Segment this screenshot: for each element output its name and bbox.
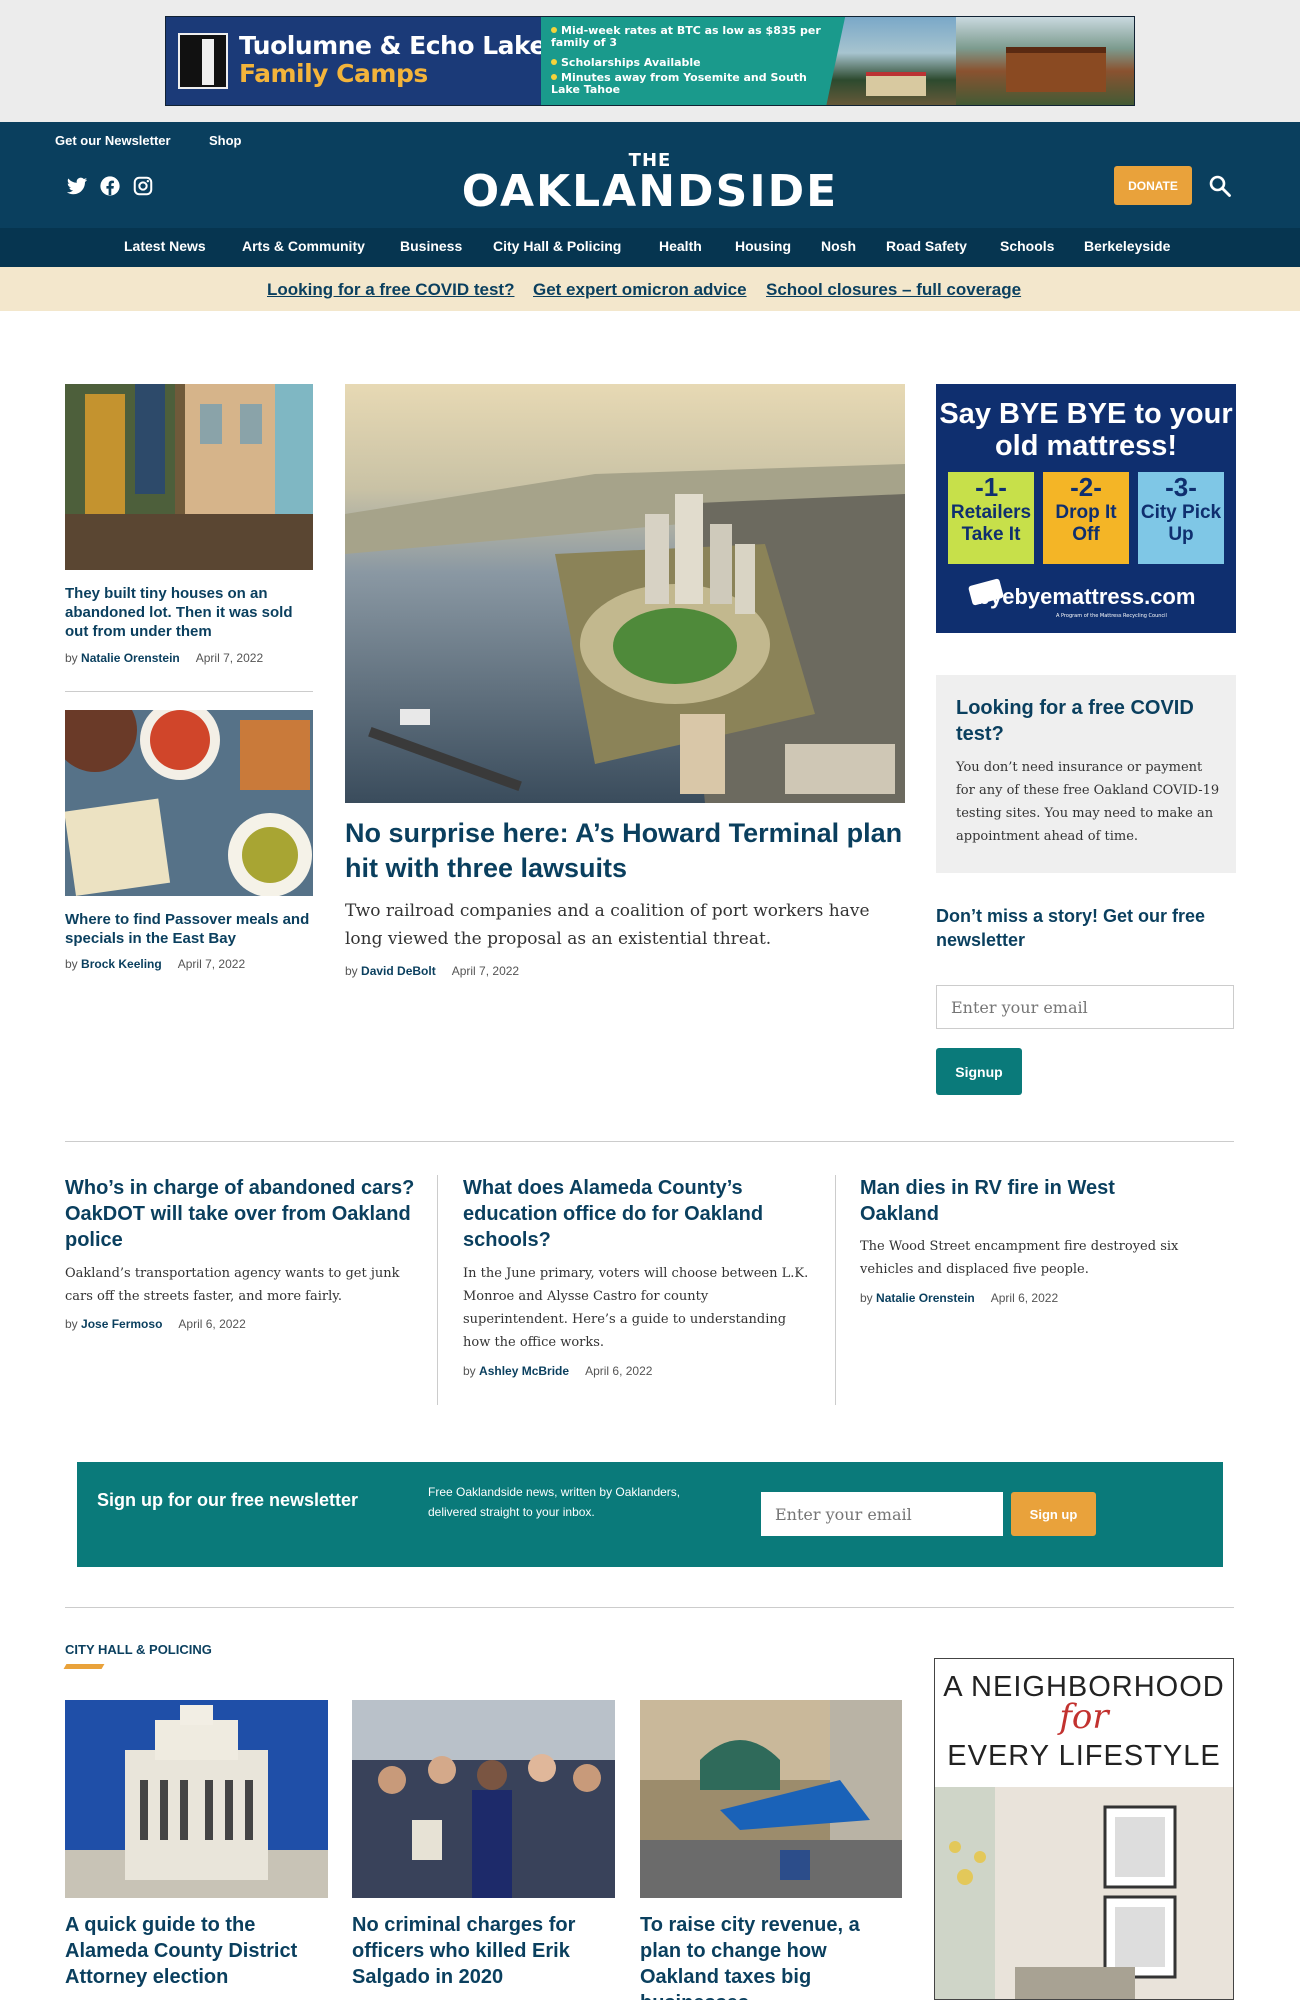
search-icon[interactable] [1208, 174, 1232, 198]
newsletter-link[interactable]: Get our Newsletter [55, 133, 171, 148]
covid-box-body: You don’t need insurance or payment for … [956, 760, 1220, 844]
mattress-ad-url: byebyemattress.com [976, 584, 1196, 609]
story-dek: The Wood Street encampment fire destroye… [860, 1239, 1179, 1277]
divider [65, 1141, 1234, 1142]
story-byline: by Natalie Orenstein April 7, 2022 [65, 651, 264, 665]
nav-city-hall-policing[interactable]: City Hall & Policing [493, 238, 621, 254]
story-headline[interactable]: To raise city revenue, a plan to change … [640, 1912, 902, 2000]
mattress-ad[interactable]: Say BYE BYE to your old mattress! -1- Re… [936, 384, 1236, 633]
top-banner-ad[interactable]: Tuolumne & Echo Lake Family Camps Mid-we… [165, 16, 1135, 106]
column-divider [437, 1175, 438, 1405]
press-conference-image[interactable] [352, 1700, 615, 1898]
site-logo[interactable]: OAKLANDSIDE [0, 166, 1300, 217]
ad-bullet: Mid-week rates at BTC as low as $835 per… [551, 24, 821, 49]
column-divider [835, 1175, 836, 1405]
mattress-ad-tagline: A Program of the Mattress Recycling Coun… [1056, 613, 1167, 619]
shop-link[interactable]: Shop [209, 133, 242, 148]
lead-byline: by David DeBolt April 7, 2022 [345, 964, 520, 978]
story-headline[interactable]: What does Alameda County’s education off… [463, 1175, 813, 1253]
newsletter-band-signup-button[interactable]: Sign up [1011, 1492, 1096, 1536]
alert-school-closures-link[interactable]: School closures – full coverage [766, 280, 1021, 300]
nav-nosh[interactable]: Nosh [821, 238, 856, 254]
howard-terminal-image[interactable] [345, 384, 905, 803]
mattress-step-1: -1- Retailers Take It [948, 472, 1034, 564]
author-link[interactable]: Natalie Orenstein [81, 651, 180, 665]
mattress-step-3: -3- City Pick Up [1138, 472, 1224, 564]
story-byline: by Natalie Orenstein April 6, 2022 [860, 1291, 1059, 1305]
story-headline[interactable]: Man dies in RV fire in West Oakland [860, 1175, 1160, 1227]
lead-dek: Two railroad companies and a coalition o… [345, 901, 870, 949]
author-link[interactable]: Natalie Orenstein [876, 1291, 975, 1305]
alert-covid-test-link[interactable]: Looking for a free COVID test? [267, 280, 514, 300]
sidebar-email-input[interactable] [936, 985, 1234, 1029]
story-byline: by Ashley McBride April 6, 2022 [463, 1364, 653, 1378]
lead-headline[interactable]: No surprise here: A’s Howard Terminal pl… [345, 816, 905, 886]
story-headline[interactable]: They built tiny houses on an abandoned l… [65, 584, 315, 641]
story-dek: Oakland’s transportation agency wants to… [65, 1266, 400, 1304]
nav-latest-news[interactable]: Latest News [124, 238, 206, 254]
author-link[interactable]: Brock Keeling [81, 957, 162, 971]
nav-health[interactable]: Health [659, 238, 702, 254]
neighborhood-ad[interactable]: A NEIGHBORHOOD for EVERY LIFESTYLE [934, 1658, 1234, 2000]
ad-title-line1: Tuolumne & Echo Lake [239, 31, 546, 60]
covid-box-title[interactable]: Looking for a free COVID test? [956, 695, 1226, 747]
divider [65, 691, 313, 692]
ad-line2: for [1059, 1697, 1109, 1737]
story-byline: by Brock Keeling April 7, 2022 [65, 957, 246, 971]
section-label[interactable]: CITY HALL & POLICING [65, 1642, 212, 1657]
story-dek: In the June primary, voters will choose … [463, 1266, 809, 1350]
story-byline: by Jose Fermoso April 6, 2022 [65, 1317, 246, 1331]
divider [65, 1607, 1234, 1608]
lodge-image [1006, 47, 1106, 92]
nav-arts-community[interactable]: Arts & Community [242, 238, 365, 254]
sidebar-newsletter-title: Don’t miss a story! Get our free newslet… [936, 906, 1206, 950]
nav-road-safety[interactable]: Road Safety [886, 238, 967, 254]
tent-image [866, 72, 926, 96]
ad-bullet: Scholarships Available [551, 57, 821, 69]
donate-button[interactable]: DONATE [1114, 166, 1192, 205]
section-accent-bar [63, 1664, 105, 1669]
berkeley-crest-logo [178, 33, 228, 89]
story-headline[interactable]: Who’s in charge of abandoned cars? OakDO… [65, 1175, 425, 1253]
alert-omicron-link[interactable]: Get expert omicron advice [533, 280, 747, 300]
author-link[interactable]: David DeBolt [361, 964, 436, 978]
courthouse-image[interactable] [65, 1700, 328, 1898]
story-headline[interactable]: A quick guide to the Alameda County Dist… [65, 1912, 328, 1990]
newsletter-band-email-input[interactable] [761, 1492, 1003, 1536]
tiny-houses-image[interactable] [65, 384, 313, 570]
nav-housing[interactable]: Housing [735, 238, 791, 254]
street-businesses-image[interactable] [640, 1700, 902, 1898]
author-link[interactable]: Jose Fermoso [81, 1317, 162, 1331]
nav-business[interactable]: Business [400, 238, 462, 254]
ad-line3: EVERY LIFESTYLE [947, 1740, 1221, 1772]
mattress-step-2: -2- Drop It Off [1043, 472, 1129, 564]
sidebar-signup-button[interactable]: Signup [936, 1048, 1022, 1095]
author-link[interactable]: Ashley McBride [479, 1364, 569, 1378]
mattress-ad-headline: Say BYE BYE to your old mattress! [939, 398, 1233, 462]
story-headline[interactable]: Where to find Passover meals and special… [65, 910, 315, 948]
nav-schools[interactable]: Schools [1000, 238, 1054, 254]
ad-bullet: Minutes away from Yosemite and South Lak… [551, 71, 807, 96]
passover-image[interactable] [65, 710, 313, 896]
nav-berkeleyside[interactable]: Berkeleyside [1084, 238, 1170, 254]
ad-title-line2: Family Camps [239, 59, 428, 88]
newsletter-band-title: Sign up for our free newsletter [97, 1490, 359, 1510]
newsletter-band-text: Free Oaklandside news, written by Oaklan… [428, 1485, 681, 1519]
story-headline[interactable]: No criminal charges for officers who kil… [352, 1912, 615, 1990]
ad-room-image [935, 1787, 1233, 1999]
